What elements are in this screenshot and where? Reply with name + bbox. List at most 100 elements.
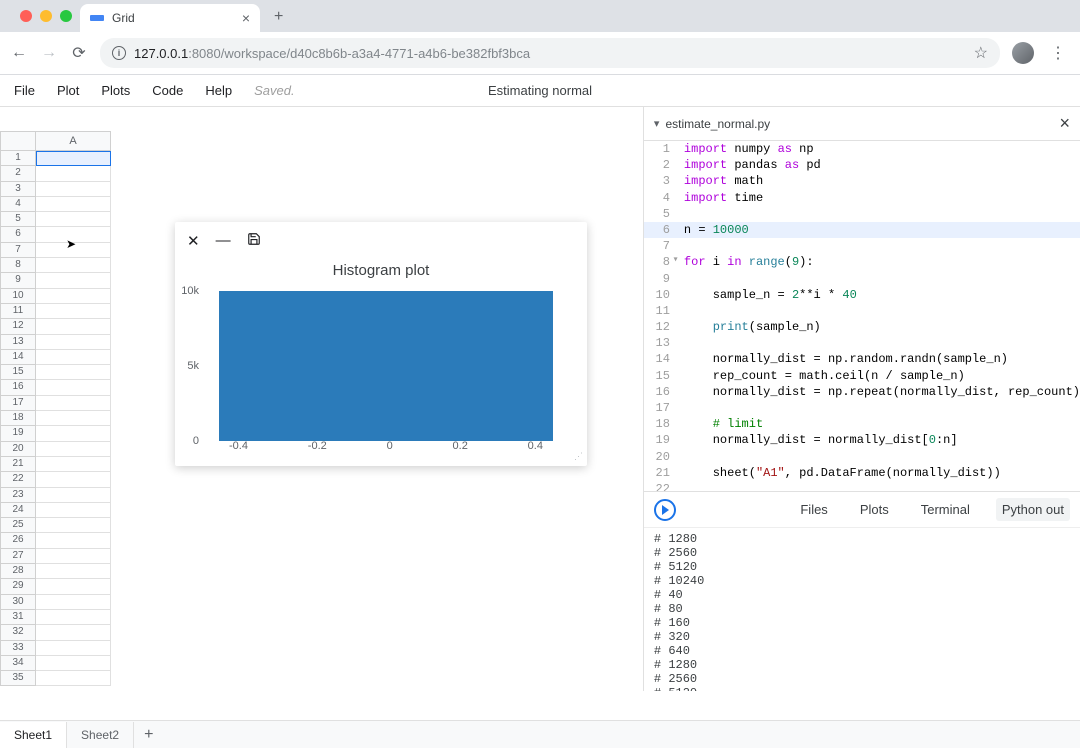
cell[interactable]: [36, 151, 111, 166]
window-maximize-icon[interactable]: [60, 10, 72, 22]
row-header[interactable]: 9: [0, 273, 36, 288]
reload-button[interactable]: ⟳: [70, 43, 88, 63]
cell[interactable]: [36, 442, 111, 457]
cell[interactable]: [36, 396, 111, 411]
row-header[interactable]: 32: [0, 625, 36, 640]
tab-close-icon[interactable]: ×: [242, 10, 250, 26]
site-info-icon[interactable]: i: [112, 46, 126, 60]
menu-file[interactable]: File: [14, 83, 35, 98]
cell[interactable]: [36, 503, 111, 518]
resize-handle-icon[interactable]: ⋰: [574, 451, 583, 462]
window-minimize-icon[interactable]: [40, 10, 52, 22]
row-header[interactable]: 35: [0, 671, 36, 686]
menu-plot[interactable]: Plot: [57, 83, 79, 98]
row-header[interactable]: 25: [0, 518, 36, 533]
row-header[interactable]: 34: [0, 656, 36, 671]
add-sheet-button[interactable]: +: [134, 726, 163, 744]
row-header[interactable]: 15: [0, 365, 36, 380]
editor-close-icon[interactable]: ×: [1059, 113, 1070, 134]
row-header[interactable]: 30: [0, 595, 36, 610]
run-button[interactable]: [654, 499, 676, 521]
row-header[interactable]: 18: [0, 411, 36, 426]
cell[interactable]: [36, 304, 111, 319]
column-header-a[interactable]: A: [36, 131, 111, 151]
cell[interactable]: [36, 595, 111, 610]
sheet-tab-1[interactable]: Sheet1: [0, 722, 67, 748]
cell[interactable]: [36, 166, 111, 181]
cell[interactable]: [36, 350, 111, 365]
chevron-down-icon[interactable]: ▾: [654, 117, 660, 130]
row-header[interactable]: 26: [0, 533, 36, 548]
cell[interactable]: [36, 533, 111, 548]
cell[interactable]: [36, 564, 111, 579]
cell[interactable]: [36, 488, 111, 503]
row-header[interactable]: 4: [0, 197, 36, 212]
tab-python-out[interactable]: Python out: [996, 498, 1070, 521]
row-header[interactable]: 27: [0, 549, 36, 564]
tab-terminal[interactable]: Terminal: [915, 498, 976, 521]
cell[interactable]: [36, 426, 111, 441]
cell[interactable]: [36, 365, 111, 380]
cell[interactable]: [36, 625, 111, 640]
row-header[interactable]: 13: [0, 335, 36, 350]
plot-save-icon[interactable]: [247, 232, 261, 250]
row-header[interactable]: 21: [0, 457, 36, 472]
cell[interactable]: [36, 319, 111, 334]
row-header[interactable]: 8: [0, 258, 36, 273]
cell[interactable]: [36, 380, 111, 395]
plot-close-icon[interactable]: ✕: [187, 232, 200, 250]
code-editor[interactable]: 1import numpy as np2import pandas as pd3…: [644, 141, 1080, 491]
cell[interactable]: [36, 671, 111, 686]
cell[interactable]: [36, 641, 111, 656]
tab-files[interactable]: Files: [794, 498, 833, 521]
row-header[interactable]: 14: [0, 350, 36, 365]
row-header[interactable]: 11: [0, 304, 36, 319]
row-header[interactable]: 6: [0, 227, 36, 242]
sheet-tab-2[interactable]: Sheet2: [67, 722, 134, 748]
cell[interactable]: [36, 182, 111, 197]
browser-tab[interactable]: Grid ×: [80, 4, 260, 32]
cell[interactable]: [36, 289, 111, 304]
row-header[interactable]: 24: [0, 503, 36, 518]
row-header[interactable]: 29: [0, 579, 36, 594]
cell[interactable]: [36, 472, 111, 487]
output-console[interactable]: # 1280 # 2560 # 5120 # 10240 # 40 # 80 #…: [644, 528, 1080, 691]
row-header[interactable]: 10: [0, 289, 36, 304]
row-header[interactable]: 22: [0, 472, 36, 487]
row-header[interactable]: 28: [0, 564, 36, 579]
document-title[interactable]: Estimating normal: [488, 83, 592, 98]
plot-window[interactable]: ✕ — Histogram plot 10k 5k 0 -0.4 -0.2 0 …: [175, 222, 587, 466]
plot-minimize-icon[interactable]: —: [216, 232, 231, 250]
row-header[interactable]: 2: [0, 166, 36, 181]
cell[interactable]: [36, 457, 111, 472]
back-button[interactable]: ←: [10, 44, 28, 62]
profile-avatar[interactable]: [1012, 42, 1034, 64]
row-header[interactable]: 5: [0, 212, 36, 227]
menu-plots[interactable]: Plots: [101, 83, 130, 98]
row-header[interactable]: 19: [0, 426, 36, 441]
cell[interactable]: [36, 335, 111, 350]
window-close-icon[interactable]: [20, 10, 32, 22]
row-header[interactable]: 31: [0, 610, 36, 625]
tab-plots[interactable]: Plots: [854, 498, 895, 521]
row-header[interactable]: 20: [0, 442, 36, 457]
cell[interactable]: [36, 518, 111, 533]
cell[interactable]: [36, 273, 111, 288]
row-header[interactable]: 12: [0, 319, 36, 334]
cell[interactable]: [36, 579, 111, 594]
cell[interactable]: [36, 610, 111, 625]
sheet-corner[interactable]: [0, 131, 36, 151]
row-header[interactable]: 16: [0, 380, 36, 395]
address-bar[interactable]: i 127.0.0.1:8080/workspace/d40c8b6b-a3a4…: [100, 38, 1000, 68]
cell[interactable]: [36, 411, 111, 426]
row-header[interactable]: 17: [0, 396, 36, 411]
row-header[interactable]: 3: [0, 182, 36, 197]
cell[interactable]: [36, 212, 111, 227]
file-name[interactable]: estimate_normal.py: [665, 117, 1053, 131]
spreadsheet[interactable]: A 12345678910111213141516171819202122232…: [0, 131, 112, 686]
menu-help[interactable]: Help: [205, 83, 232, 98]
forward-button[interactable]: →: [40, 44, 58, 62]
row-header[interactable]: 1: [0, 151, 36, 166]
cell[interactable]: [36, 656, 111, 671]
new-tab-button[interactable]: +: [260, 8, 293, 32]
